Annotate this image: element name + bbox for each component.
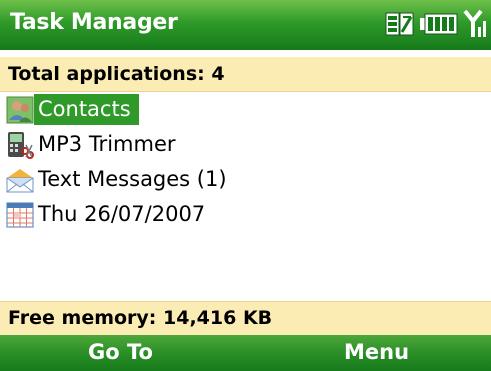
connection-icon[interactable] xyxy=(385,11,415,37)
free-memory-label: Free memory: 14,416 KB xyxy=(8,307,273,329)
softkey-bar: Go To Menu xyxy=(0,335,491,371)
go-to-softkey[interactable]: Go To xyxy=(88,340,153,364)
contacts-icon xyxy=(6,96,34,123)
title-divider xyxy=(0,50,491,57)
battery-icon[interactable] xyxy=(419,12,459,36)
signal-icon[interactable] xyxy=(463,9,487,39)
envelope-icon xyxy=(6,168,34,192)
application-list: Contacts MP3 Trimmer Text Messages (1) T… xyxy=(0,92,491,301)
mp3-trimmer-icon xyxy=(8,131,34,159)
mp3-trimmer-label: MP3 Trimmer xyxy=(38,132,176,156)
list-item-mp3-trimmer[interactable]: MP3 Trimmer xyxy=(6,129,184,160)
list-item-calendar[interactable]: Thu 26/07/2007 xyxy=(6,199,213,230)
menu-softkey[interactable]: Menu xyxy=(344,340,409,364)
title-bar: Task Manager xyxy=(0,0,491,50)
calendar-label: Thu 26/07/2007 xyxy=(38,202,206,226)
text-messages-label: Text Messages (1) xyxy=(38,167,227,191)
list-item-contacts[interactable]: Contacts xyxy=(6,94,139,125)
applications-summary-bar: Total applications: 4 xyxy=(0,57,491,92)
list-item-text-messages[interactable]: Text Messages (1) xyxy=(6,164,235,195)
status-icons xyxy=(385,8,487,40)
task-manager-screen: Task Manager Total applications: 4 Conta… xyxy=(0,0,491,371)
memory-status-bar: Free memory: 14,416 KB xyxy=(0,301,491,335)
contacts-label: Contacts xyxy=(34,94,139,125)
window-title: Task Manager xyxy=(10,10,178,35)
total-applications-label: Total applications: 4 xyxy=(8,63,225,85)
calendar-icon xyxy=(6,202,34,227)
